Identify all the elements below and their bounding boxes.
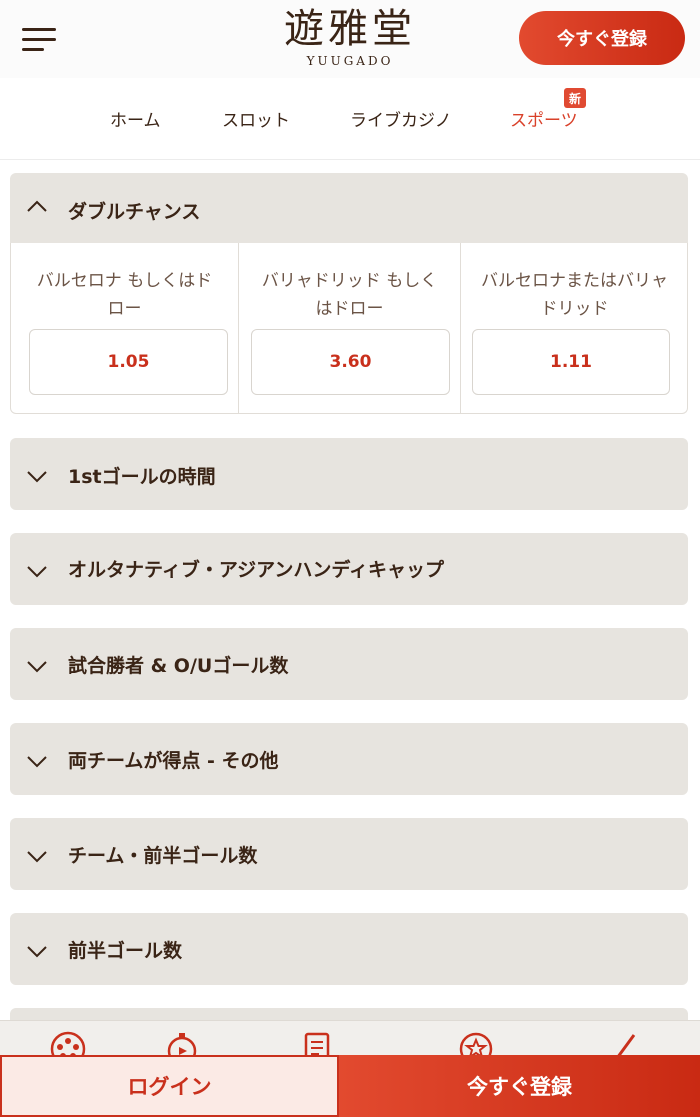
register-button-top[interactable]: 今すぐ登録 xyxy=(519,11,685,65)
new-badge: 新 xyxy=(564,88,586,108)
header: 遊雅堂 YUUGADO 今すぐ登録 xyxy=(0,0,700,78)
market-options-panel: バルセロナ もしくはドロー 1.05 バリャドリッド もしくはドロー 3.60 … xyxy=(10,243,688,414)
option-column: バルセロナ もしくはドロー 1.05 xyxy=(11,243,238,413)
nav-slot[interactable]: スロット xyxy=(222,106,290,131)
nav-home[interactable]: ホーム xyxy=(110,106,161,131)
chevron-down-icon xyxy=(26,850,48,864)
chevron-down-icon xyxy=(26,945,48,959)
chevron-up-icon xyxy=(26,199,48,213)
market-header[interactable]: オルタナティブ・アジアンハンディキャップ xyxy=(10,533,688,605)
odds-button[interactable]: 1.05 xyxy=(29,329,228,395)
option-label: バリャドリッド もしくはドロー xyxy=(261,271,438,319)
market-header[interactable]: 1stゴールの時間 xyxy=(10,438,688,510)
chevron-down-icon xyxy=(26,565,48,579)
chevron-down-icon xyxy=(26,660,48,674)
odds-button[interactable]: 3.60 xyxy=(251,329,450,395)
option-label: バルセロナまたはバリャドリッド xyxy=(481,271,668,319)
market-title: オルタナティブ・アジアンハンディキャップ xyxy=(68,559,445,581)
market-title: 1stゴールの時間 xyxy=(68,466,216,488)
login-button[interactable]: ログイン xyxy=(0,1055,339,1117)
option-column: バリャドリッド もしくはドロー 3.60 xyxy=(239,243,460,413)
market-header-double-chance[interactable]: ダブルチャンス xyxy=(10,173,688,244)
logo-latin: YUUGADO xyxy=(306,54,394,68)
option-column: バルセロナまたはバリャドリッド 1.11 xyxy=(461,243,688,413)
market-title: 前半ゴール数 xyxy=(68,940,183,962)
market-header[interactable]: チーム・前半ゴール数 xyxy=(10,818,688,890)
market-header[interactable]: 両チームが得点 - その他 xyxy=(10,723,688,795)
market-title: 両チームが得点 - その他 xyxy=(68,750,279,772)
logo[interactable]: 遊雅堂 YUUGADO xyxy=(270,4,430,68)
nav-sports[interactable]: スポーツ xyxy=(510,106,578,131)
main-nav: ホーム スロット ライブカジノ スポーツ 新 xyxy=(0,78,700,160)
chevron-down-icon xyxy=(26,470,48,484)
market-title: チーム・前半ゴール数 xyxy=(68,845,258,867)
option-label: バルセロナ もしくはドロー xyxy=(36,271,213,319)
chevron-down-icon xyxy=(26,755,48,769)
market-header[interactable]: 前半ゴール数 xyxy=(10,913,688,985)
logo-kanji: 遊雅堂 xyxy=(284,6,416,52)
nav-live-casino[interactable]: ライブカジノ xyxy=(350,106,452,131)
market-header[interactable]: 試合勝者 & O/Uゴール数 xyxy=(10,628,688,700)
market-title: ダブルチャンス xyxy=(68,201,201,223)
menu-icon[interactable] xyxy=(22,28,56,52)
market-title: 試合勝者 & O/Uゴール数 xyxy=(68,655,289,677)
register-button-bottom[interactable]: 今すぐ登録 xyxy=(339,1055,700,1117)
odds-button[interactable]: 1.11 xyxy=(472,329,670,395)
